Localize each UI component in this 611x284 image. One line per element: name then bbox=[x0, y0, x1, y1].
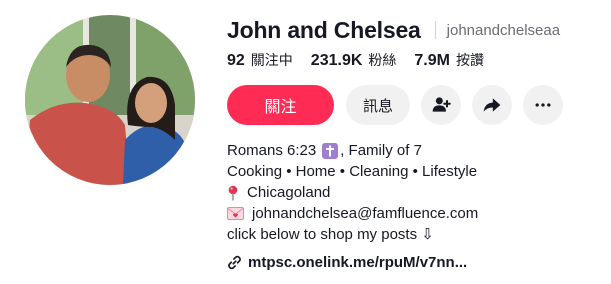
share-button[interactable] bbox=[472, 85, 512, 125]
message-button[interactable]: 訊息 bbox=[346, 85, 410, 125]
profile-link[interactable]: mtpsc.onelink.me/rpuM/v7nn... bbox=[227, 254, 467, 271]
bio-line-1: Romans 6:23 , Family of 7 bbox=[227, 140, 478, 161]
bio-family: , Family of 7 bbox=[340, 142, 422, 159]
bio-verse: Romans 6:23 bbox=[227, 142, 317, 159]
share-icon bbox=[483, 98, 501, 112]
action-buttons: 關注 訊息 bbox=[227, 85, 574, 125]
stat-following[interactable]: 92 關注中 bbox=[227, 50, 293, 70]
name-divider bbox=[434, 21, 436, 39]
bio-shop-note: click below to shop my posts ⇩ bbox=[227, 226, 434, 243]
add-friend-button[interactable] bbox=[421, 85, 461, 125]
follow-button[interactable]: 關注 bbox=[227, 85, 334, 125]
cross-emoji-icon bbox=[322, 142, 339, 159]
bio-line-2: Cooking • Home • Cleaning • Lifestyle bbox=[227, 161, 478, 182]
stat-followers[interactable]: 231.9K 粉絲 bbox=[311, 50, 397, 70]
pin-emoji-icon bbox=[227, 185, 239, 201]
name-row: John and Chelsea johnandchelseaa bbox=[227, 14, 560, 46]
bio-location: Chicagoland bbox=[247, 184, 331, 201]
love-letter-icon bbox=[227, 207, 244, 220]
bio-line-3: Chicagoland bbox=[227, 182, 478, 203]
following-label: 關注中 bbox=[250, 52, 293, 68]
likes-label: 按讚 bbox=[455, 52, 484, 68]
bio-line-5: click below to shop my posts ⇩ bbox=[227, 224, 478, 245]
bio-line-4: johnandchelsea@famfluence.com bbox=[227, 203, 478, 224]
bio-topics: Cooking • Home • Cleaning • Lifestyle bbox=[227, 163, 478, 180]
username: johnandchelseaa bbox=[446, 21, 561, 39]
bio-email: johnandchelsea@famfluence.com bbox=[252, 205, 479, 222]
avatar[interactable] bbox=[25, 15, 195, 185]
link-icon bbox=[228, 255, 241, 270]
following-count: 92 bbox=[227, 52, 245, 69]
followers-count: 231.9K bbox=[310, 52, 363, 69]
more-icon bbox=[535, 103, 551, 107]
avatar-photo bbox=[25, 15, 195, 185]
add-friend-icon bbox=[432, 97, 451, 112]
more-button[interactable] bbox=[523, 85, 563, 125]
bio: Romans 6:23 , Family of 7 Cooking • Home… bbox=[227, 140, 478, 245]
profile-page: John and Chelsea johnandchelseaa 92 關注中 … bbox=[0, 0, 611, 284]
likes-count: 7.9M bbox=[414, 52, 450, 69]
followers-label: 粉絲 bbox=[368, 52, 397, 68]
stat-likes: 7.9M 按讚 bbox=[414, 50, 484, 70]
display-name: John and Chelsea bbox=[227, 16, 421, 43]
link-text[interactable]: mtpsc.onelink.me/rpuM/v7nn... bbox=[248, 254, 467, 271]
stats-row: 92 關注中 231.9K 粉絲 7.9M 按讚 bbox=[227, 50, 502, 70]
